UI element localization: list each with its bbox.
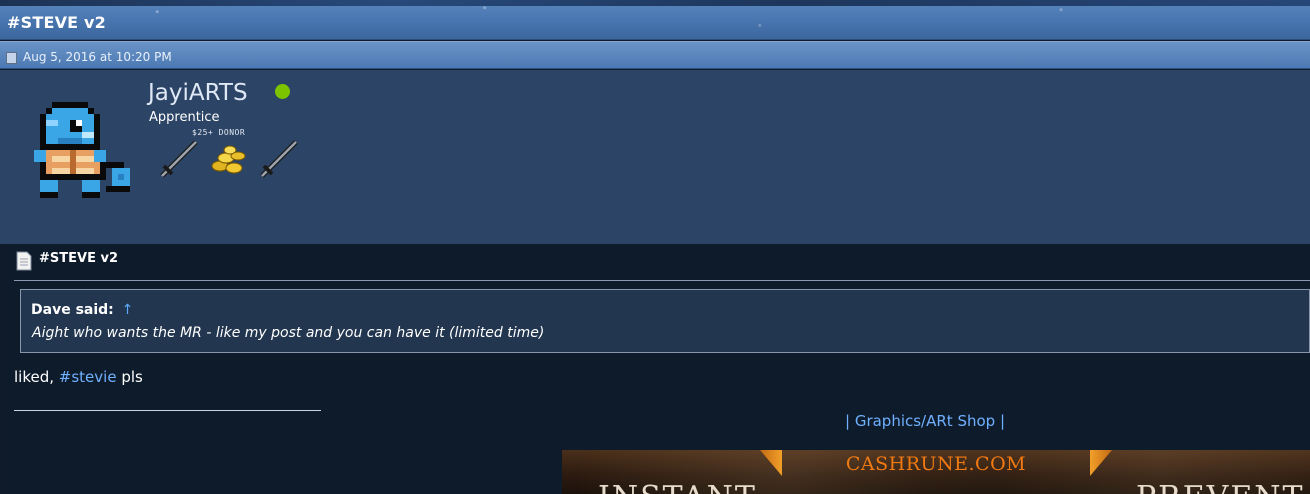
- quote-author: Dave said:: [31, 302, 114, 318]
- user-badges: [160, 140, 298, 178]
- post-title: #STEVE v2: [39, 251, 118, 266]
- post-date-bar: Aug 5, 2016 at 10:20 PM: [0, 41, 1310, 69]
- graphics-shop-link[interactable]: | Graphics/ARt Shop |: [845, 412, 1005, 430]
- banner-brand: CASHRUNE.COM: [845, 453, 1027, 475]
- signature-divider: [14, 410, 321, 411]
- banner-left-word: INSTANT: [598, 480, 757, 494]
- user-rank: Apprentice: [149, 110, 220, 125]
- space-background-strip: [0, 0, 1310, 6]
- gold-coins-icon: [211, 145, 246, 174]
- reply-suffix: pls: [116, 368, 143, 386]
- reply-text: liked, #stevie pls: [14, 368, 143, 386]
- sword-icon: [260, 140, 298, 178]
- hashtag-link[interactable]: #stevie: [59, 368, 117, 386]
- username[interactable]: JayiARTS: [148, 80, 248, 106]
- document-icon: [6, 52, 17, 64]
- cashrune-banner[interactable]: CASHRUNE.COM INSTANT PREVENT: [562, 450, 1310, 494]
- online-status-icon: [275, 84, 290, 99]
- thread-title[interactable]: #STEVE v2: [7, 13, 106, 32]
- post-date[interactable]: Aug 5, 2016 at 10:20 PM: [23, 50, 172, 64]
- forum-post-page: #STEVE v2 Aug 5, 2016 at 10:20 PM JayiAR…: [0, 0, 1310, 494]
- quote-block: Dave said: ↑ Aight who wants the MR - li…: [20, 289, 1310, 353]
- sword-icon: [160, 140, 198, 178]
- quote-header: Dave said: ↑: [31, 302, 133, 318]
- user-info-panel: JayiARTS Apprentice $25+ DONOR: [0, 70, 1310, 244]
- quote-jump-arrow-icon[interactable]: ↑: [122, 302, 134, 318]
- thread-title-bar: #STEVE v2: [0, 0, 1310, 40]
- post-title-row: [14, 250, 1310, 272]
- banner-right-word: PREVENT: [1136, 480, 1305, 494]
- document-icon: [16, 251, 32, 271]
- reply-prefix: liked,: [14, 368, 59, 386]
- divider: [14, 280, 1310, 281]
- quote-text: Aight who wants the MR - like my post an…: [32, 325, 545, 341]
- user-avatar[interactable]: [34, 102, 132, 200]
- post-body: #STEVE v2 Dave said: ↑ Aight who wants t…: [6, 244, 1310, 494]
